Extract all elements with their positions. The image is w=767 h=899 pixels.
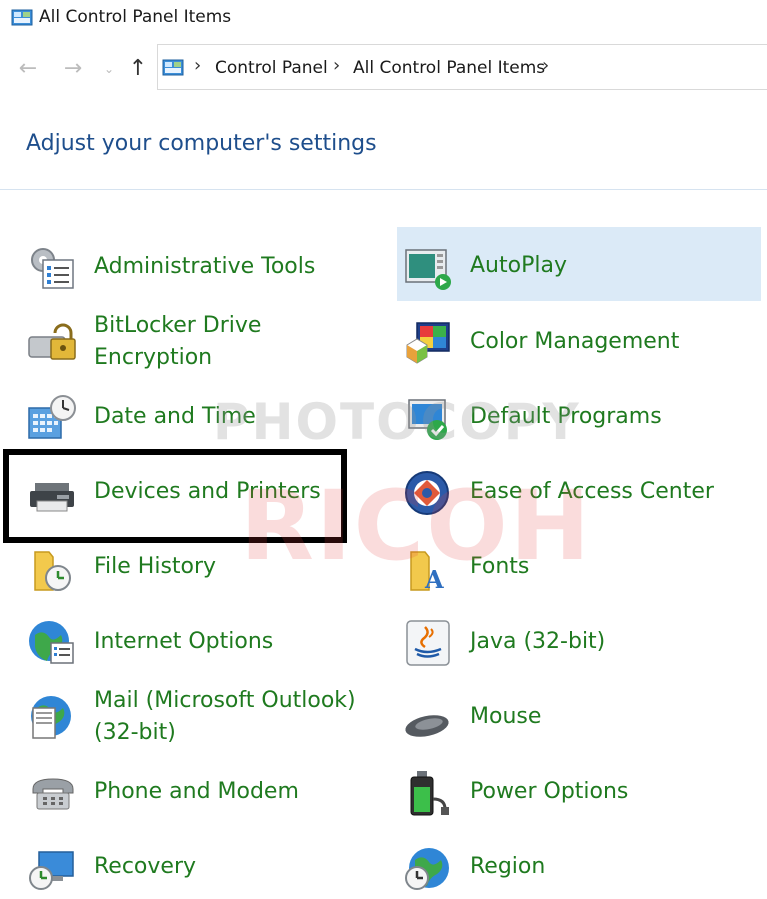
chevron-down-icon: ⌄	[103, 62, 115, 76]
item-bitlocker[interactable]: BitLocker Drive Encryption	[0, 304, 360, 374]
item-mouse[interactable]: Mouse	[397, 679, 757, 749]
chevron-right-icon[interactable]: ›	[542, 55, 549, 76]
item-label[interactable]: Ease of Access Center	[470, 476, 714, 508]
fonts-icon: A	[410, 551, 444, 592]
color-management-icon	[406, 322, 450, 364]
address-bar[interactable]: › Control Panel › All Control Panel Item…	[157, 44, 767, 90]
item-label[interactable]: AutoPlay	[470, 250, 567, 282]
item-label[interactable]: BitLocker Drive Encryption	[94, 310, 261, 374]
item-color-management[interactable]: Color Management	[397, 304, 757, 374]
item-label[interactable]: Java (32-bit)	[470, 626, 605, 658]
item-label[interactable]: Phone and Modem	[94, 776, 299, 808]
item-internet-options[interactable]: Internet Options	[0, 604, 360, 674]
recovery-icon	[29, 851, 74, 890]
item-fonts[interactable]: A Fonts	[397, 529, 757, 599]
item-label[interactable]: Fonts	[470, 551, 529, 583]
file-history-icon	[34, 551, 71, 591]
administrative-tools-icon	[31, 248, 74, 289]
item-autoplay[interactable]: AutoPlay	[397, 227, 761, 301]
recent-locations-button[interactable]: ⌄	[96, 56, 122, 82]
item-date-and-time[interactable]: Date and Time	[0, 379, 360, 449]
java-icon	[406, 620, 450, 666]
page-heading: Adjust your computer's settings	[26, 131, 377, 156]
item-label[interactable]: Mouse	[470, 701, 541, 733]
chevron-right-icon[interactable]: ›	[194, 55, 201, 76]
breadcrumb-all-items[interactable]: All Control Panel Items	[353, 58, 545, 78]
item-label-line[interactable]: Mail (Microsoft Outlook)	[94, 688, 356, 713]
battery-icon	[410, 771, 449, 816]
item-label[interactable]: Internet Options	[94, 626, 273, 658]
default-programs-icon	[408, 399, 447, 440]
back-button[interactable]: ←	[15, 56, 41, 82]
item-mail[interactable]: Mail (Microsoft Outlook) (32-bit)	[0, 679, 360, 749]
phone-icon	[32, 778, 74, 810]
mail-icon	[31, 696, 71, 739]
item-label[interactable]: Recovery	[94, 851, 196, 883]
arrow-right-icon: →	[63, 56, 83, 81]
item-label[interactable]: Region	[470, 851, 545, 883]
item-label[interactable]: Power Options	[470, 776, 628, 808]
item-label[interactable]: Administrative Tools	[94, 251, 315, 283]
svg-text:A: A	[424, 565, 444, 592]
navigation-bar: ← → ⌄ ↑ › Control Panel › All Control Pa…	[0, 44, 767, 94]
item-label[interactable]: Mail (Microsoft Outlook) (32-bit)	[94, 685, 356, 749]
item-label[interactable]: File History	[94, 551, 216, 583]
arrow-up-icon: ↑	[128, 56, 148, 81]
globe-clock-icon	[405, 848, 449, 890]
bitlocker-icon	[28, 323, 76, 360]
item-power-options[interactable]: Power Options	[397, 754, 757, 824]
item-label-line[interactable]: BitLocker Drive	[94, 313, 261, 338]
mouse-icon	[405, 715, 449, 737]
item-default-programs[interactable]: Default Programs	[397, 379, 757, 449]
autoplay-icon	[405, 249, 451, 290]
item-label[interactable]: Date and Time	[94, 401, 256, 433]
arrow-left-icon: ←	[18, 56, 38, 81]
item-label-line[interactable]: Encryption	[94, 345, 212, 370]
item-label[interactable]: Default Programs	[470, 401, 662, 433]
item-ease-of-access[interactable]: Ease of Access Center	[397, 454, 757, 524]
window-title: All Control Panel Items	[39, 7, 232, 27]
item-java[interactable]: Java (32-bit)	[397, 604, 757, 674]
chevron-right-icon[interactable]: ›	[333, 55, 340, 76]
up-button[interactable]: ↑	[125, 56, 151, 82]
breadcrumb-control-panel[interactable]: Control Panel	[215, 58, 328, 78]
ease-of-access-icon	[405, 471, 449, 515]
globe-icon	[29, 621, 74, 664]
control-panel-icon	[11, 9, 33, 26]
item-label[interactable]: Color Management	[470, 326, 679, 358]
calendar-clock-icon	[28, 395, 76, 439]
item-recovery[interactable]: Recovery	[0, 829, 360, 899]
item-region[interactable]: Region	[397, 829, 757, 899]
item-label-line[interactable]: (32-bit)	[94, 720, 176, 745]
control-panel-icon	[162, 59, 184, 76]
item-phone-and-modem[interactable]: Phone and Modem	[0, 754, 360, 824]
divider	[0, 189, 767, 190]
title-bar: All Control Panel Items	[0, 0, 767, 38]
item-administrative-tools[interactable]: Administrative Tools	[0, 229, 360, 299]
highlight-box	[3, 449, 347, 543]
forward-button[interactable]: →	[60, 56, 86, 82]
